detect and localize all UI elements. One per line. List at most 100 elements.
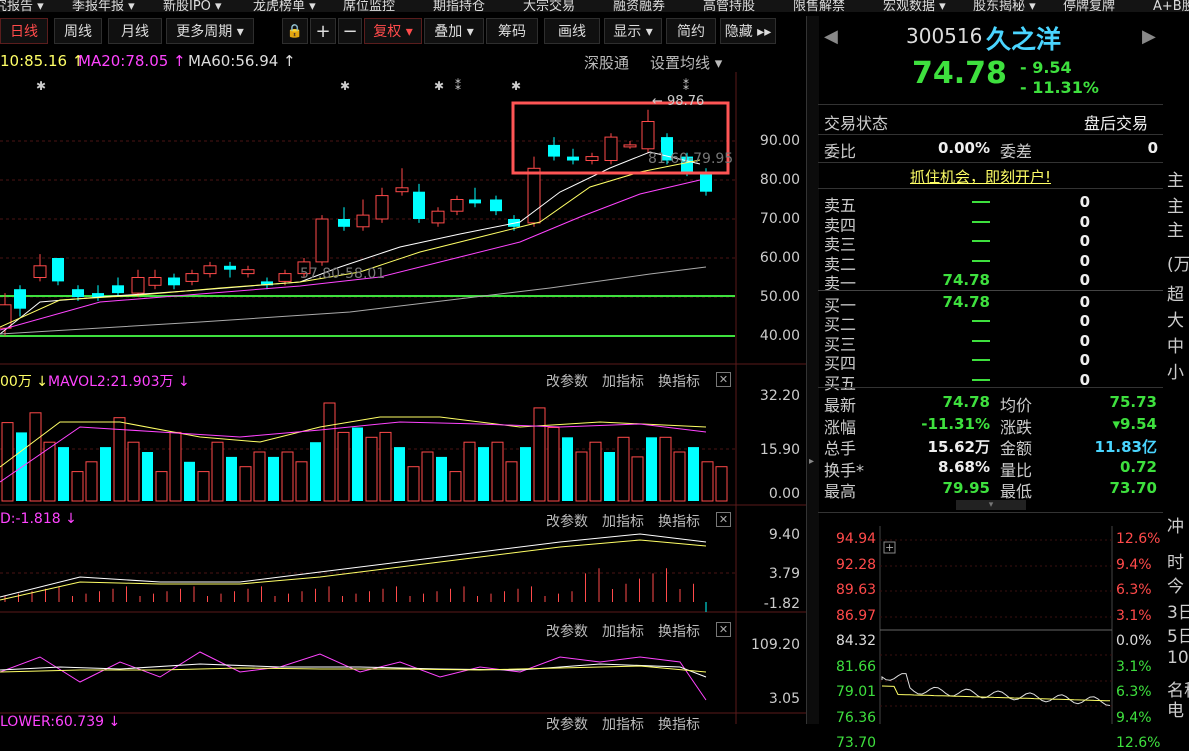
ma10-value: 10:85.16 ↑ — [0, 52, 85, 70]
ma-settings-dropdown[interactable]: 设置均线 ▾ — [650, 52, 722, 73]
volume-bar — [562, 437, 573, 501]
candle-body — [375, 195, 389, 220]
simple-mode-button[interactable]: 简约 — [666, 18, 716, 44]
stat-value: 15.62万 — [927, 438, 990, 456]
menu-margin-trading[interactable]: 融资融券 — [613, 0, 665, 12]
lower-switch-indicator[interactable]: 换指标 — [658, 714, 700, 734]
intraday-pct-tick: 0.0% — [1116, 633, 1152, 649]
restore-rights-dropdown[interactable]: 复权 ▾ — [364, 18, 422, 44]
far-right-label: 中 — [1167, 337, 1184, 357]
order-book-price[interactable]: 74.78 — [914, 271, 990, 289]
menu-seat-monitor[interactable]: 席位监控 — [343, 0, 395, 12]
svg-text:⁑: ⁑ — [455, 78, 461, 93]
volume-bar — [491, 441, 504, 502]
order-book-empty-price — [972, 240, 990, 242]
menu-ab-shares[interactable]: A+B股 — [1153, 0, 1189, 12]
intraday-pct-tick: 6.3% — [1116, 684, 1152, 700]
menu-research-report[interactable]: 究报告 ▾ — [0, 0, 44, 12]
far-right-panel: 主主主(万元超大中小冲时今3日5日10名称电 — [1163, 16, 1189, 724]
next-stock-icon[interactable]: ▶ — [1142, 26, 1156, 47]
svg-text:⁑: ⁑ — [683, 78, 689, 93]
kdj-axis-top: 109.20 — [751, 637, 800, 653]
price-axis-90: 90.00 — [759, 133, 800, 149]
menu-suspension[interactable]: 停牌复牌 — [1063, 0, 1115, 12]
overlay-dropdown[interactable]: 叠加 ▾ — [424, 18, 484, 44]
candle-body — [241, 269, 255, 275]
intraday-price-tick: 84.32 — [836, 633, 877, 649]
draw-line-button[interactable]: 画线 — [544, 18, 600, 44]
zoom-out-button[interactable]: − — [338, 18, 362, 44]
kdj-switch-indicator[interactable]: 换指标 — [658, 621, 700, 641]
svg-text:✱: ✱ — [511, 79, 521, 93]
more-periods-dropdown[interactable]: 更多周期 ▾ — [166, 18, 254, 44]
vol-change-params[interactable]: 改参数 — [546, 371, 588, 391]
menu-lockup-release[interactable]: 限售解禁 — [793, 0, 845, 12]
far-right-label: 今 — [1167, 577, 1184, 597]
lower-add-indicator[interactable]: 加指标 — [602, 714, 644, 734]
prev-stock-icon[interactable]: ◀ — [824, 26, 838, 47]
volume-bar — [631, 456, 644, 502]
macd-add-indicator[interactable]: 加指标 — [602, 511, 644, 531]
candle-body — [72, 289, 84, 297]
candle-body — [450, 199, 464, 212]
kdj-axis-bottom: 3.05 — [768, 691, 800, 707]
collapse-arrow-icon[interactable]: ▸ — [809, 456, 814, 467]
candle-body — [315, 218, 329, 263]
order-book-label: 买五 — [824, 373, 857, 393]
menu-ipo[interactable]: 新股IPO ▾ — [163, 0, 222, 12]
kdj-j-line — [0, 651, 707, 701]
expand-arrow-icon[interactable]: ▾ — [956, 500, 1026, 510]
menu-futures-position[interactable]: 期指持仓 — [433, 0, 485, 12]
lock-icon[interactable]: 🔒 — [282, 18, 308, 44]
event-markers: ✱ ✱ ✱ ⁑ ✱ ⁑ — [36, 78, 689, 93]
volume-bar — [449, 471, 462, 502]
candle-body — [623, 144, 637, 148]
candle-body — [224, 265, 236, 270]
order-book-volume: 0 — [1079, 193, 1090, 211]
order-book-divider — [818, 290, 1163, 291]
menu-shareholder[interactable]: 股东揭秘 ▾ — [973, 0, 1036, 12]
vol-close-icon[interactable]: ✕ — [716, 372, 731, 387]
candle-body — [431, 210, 445, 224]
macd-switch-indicator[interactable]: 换指标 — [658, 511, 700, 531]
menu-dragon-tiger[interactable]: 龙虎榜单 ▾ — [253, 0, 316, 12]
display-dropdown[interactable]: 显示 ▾ — [604, 18, 662, 44]
candle-body — [148, 277, 162, 286]
svg-text:✱: ✱ — [434, 79, 444, 93]
volume-bar — [505, 461, 518, 502]
zoom-in-button[interactable]: + — [310, 18, 336, 44]
weekly-tab[interactable]: 周线 — [54, 18, 102, 44]
menu-macro-data[interactable]: 宏观数据 ▾ — [883, 0, 946, 12]
daily-tab[interactable]: 日线 — [0, 18, 48, 44]
kdj-close-icon[interactable]: ✕ — [716, 622, 731, 637]
hide-button[interactable]: 隐藏 ▸▸ — [720, 18, 776, 44]
far-right-label: 主 — [1167, 171, 1184, 191]
macd-close-icon[interactable]: ✕ — [716, 512, 731, 527]
ma-overlay-label: 81.60-79.95 — [648, 151, 734, 167]
order-book-volume: 0 — [1079, 271, 1090, 289]
order-book-price[interactable]: 74.78 — [914, 293, 990, 311]
stat-value: -11.31% — [921, 414, 990, 433]
volume-bar — [604, 452, 615, 501]
shenzhen-connect-link[interactable]: 深股通 — [584, 52, 629, 73]
candle-body — [585, 156, 599, 161]
vol-switch-indicator[interactable]: 换指标 — [658, 371, 700, 391]
kdj-add-indicator[interactable]: 加指标 — [602, 621, 644, 641]
macd-change-params[interactable]: 改参数 — [546, 511, 588, 531]
volume-bar — [239, 466, 252, 502]
stat-value: 79.95 — [942, 479, 990, 497]
menu-block-trade[interactable]: 大宗交易 — [523, 0, 575, 12]
chips-button[interactable]: 筹码 — [486, 18, 538, 44]
kdj-change-params[interactable]: 改参数 — [546, 621, 588, 641]
menu-annual-report[interactable]: 季报年报 ▾ — [72, 0, 135, 12]
order-book-empty-price — [972, 259, 990, 262]
volume-bar — [533, 407, 546, 502]
lower-change-params[interactable]: 改参数 — [546, 714, 588, 734]
menu-executive-holdings[interactable]: 高管持股 — [703, 0, 755, 12]
intraday-price-tick: 92.28 — [836, 556, 877, 573]
candle-body — [567, 156, 579, 161]
vol-axis-top: 32.20 — [759, 388, 800, 404]
monthly-tab[interactable]: 月线 — [108, 18, 162, 44]
vol-add-indicator[interactable]: 加指标 — [602, 371, 644, 391]
open-account-link[interactable]: 抓住机会，即刻开户! — [910, 166, 1051, 187]
